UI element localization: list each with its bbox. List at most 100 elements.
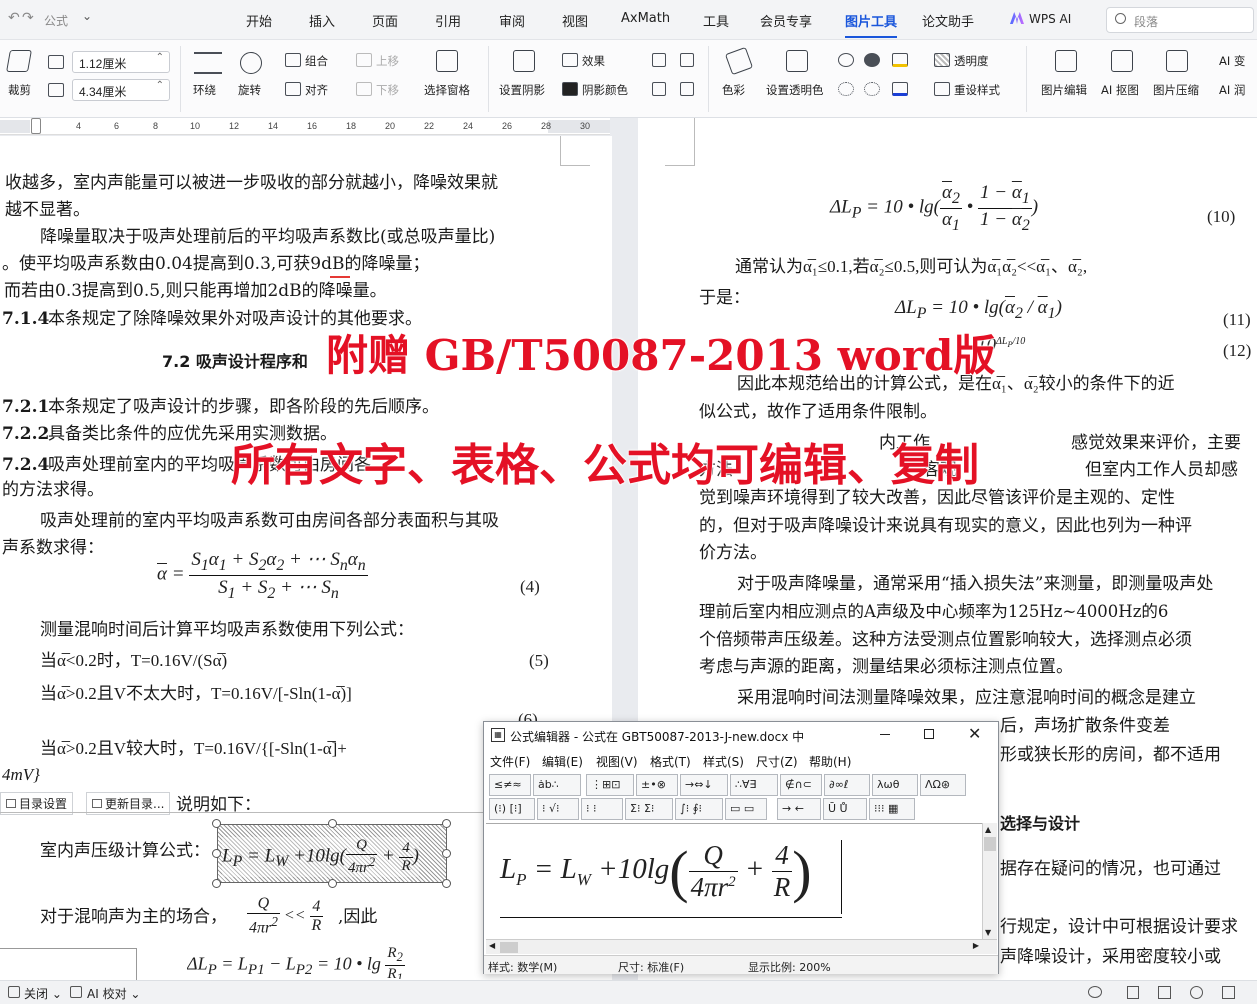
palette-greek-upper[interactable]: ΛΩ⊛ xyxy=(920,774,966,796)
menu-size[interactable]: 尺寸(Z) xyxy=(756,753,798,770)
resize-handle[interactable] xyxy=(212,879,221,888)
palette-fractions[interactable]: ⁝ √⁝ xyxy=(537,798,579,820)
menu-style[interactable]: 样式(S) xyxy=(703,753,744,770)
ai-check-button[interactable]: AI 校对 ⌄ xyxy=(87,985,140,1002)
contrast-icon[interactable] xyxy=(864,53,880,67)
palette-greek-lower[interactable]: λωθ xyxy=(872,774,918,796)
layout-icon[interactable] xyxy=(1158,986,1171,999)
reset-style-button[interactable]: 重设样式 xyxy=(954,82,1000,98)
equation-canvas[interactable]: LP = LW +10lg(Q 4πr2 + 4 R) xyxy=(486,823,982,939)
resize-handle[interactable] xyxy=(328,819,337,828)
palette-misc[interactable]: ∂∞ℓ xyxy=(824,774,870,796)
palette-fences[interactable]: (⁝) [⁝] xyxy=(489,798,535,820)
close-track-button[interactable]: 关闭 ⌄ xyxy=(24,985,62,1002)
transparency-button[interactable]: 透明度 xyxy=(954,53,989,69)
brightness-icon[interactable] xyxy=(838,53,854,67)
vertical-scrollbar[interactable]: ▲ ▼ xyxy=(982,823,997,939)
equation-avg-absorption[interactable]: α = S1α1 + S2α2 + ⋯ Snαn S1 + S2 + ⋯ Sn xyxy=(157,548,368,603)
fill-color-icon[interactable] xyxy=(892,53,908,67)
palette-matrices[interactable]: ⁝⁝⁝ ▦ xyxy=(869,798,915,820)
tab-insert[interactable]: 插入 xyxy=(309,11,335,30)
page-view-icon[interactable] xyxy=(1127,986,1139,999)
selected-equation-object[interactable]: LP = LW +10lg(Q 4πr2 + 4 R) xyxy=(217,824,447,883)
set-transparent-button[interactable]: 设置透明色 xyxy=(766,82,824,98)
selection-pane-button[interactable]: 选择窗格 xyxy=(424,82,470,98)
globe-icon[interactable] xyxy=(1190,986,1203,999)
close-icon[interactable]: ✕ xyxy=(968,724,981,743)
maximize-icon[interactable] xyxy=(924,729,934,739)
undo-icon[interactable]: ↶ xyxy=(8,10,20,26)
palette-operators[interactable]: ±•⊗ xyxy=(636,774,678,796)
resize-handle[interactable] xyxy=(442,849,451,858)
tab-member[interactable]: 会员专享 xyxy=(760,11,812,30)
height-input[interactable]: 4.34厘米 ⌃ xyxy=(72,79,170,101)
wps-ai-button[interactable]: WPS AI xyxy=(1029,12,1071,26)
palette-labeled-arrows[interactable]: → ← xyxy=(777,798,821,820)
tab-page[interactable]: 页面 xyxy=(372,11,398,30)
wrap-button[interactable]: 环绕 xyxy=(193,82,216,98)
tab-reference[interactable]: 引用 xyxy=(435,11,461,30)
shadow-up-icon[interactable] xyxy=(652,53,666,67)
crop-button[interactable]: 裁剪 xyxy=(6,50,32,98)
indent-marker[interactable] xyxy=(31,118,41,134)
palette-arrows[interactable]: →⇔↓ xyxy=(680,774,728,796)
shadow-left-icon[interactable] xyxy=(652,82,666,96)
editor-titlebar[interactable]: ▦ 公式编辑器 - 公式在 GBT50087-2013-J-new.docx 中… xyxy=(484,722,998,749)
style-box[interactable]: 公式 xyxy=(44,12,68,29)
rotate-button[interactable]: 旋转 xyxy=(238,82,261,98)
resize-handle[interactable] xyxy=(212,849,221,858)
resize-handle[interactable] xyxy=(442,879,451,888)
shadow-right-icon[interactable] xyxy=(680,82,694,96)
search-box[interactable]: 段落 xyxy=(1106,7,1254,33)
eye-icon[interactable] xyxy=(1088,986,1102,998)
palette-scripts[interactable]: ⁝ ⁝ xyxy=(581,798,623,820)
color-button[interactable]: 色彩 xyxy=(722,82,745,98)
edit-icon[interactable] xyxy=(1222,986,1235,999)
tab-tools[interactable]: 工具 xyxy=(703,11,729,30)
tab-home[interactable]: 开始 xyxy=(246,11,272,30)
effect-button[interactable]: 效果 xyxy=(582,53,605,69)
width-input[interactable]: 1.12厘米 ⌃ xyxy=(72,51,170,73)
horizontal-ruler[interactable] xyxy=(0,118,610,135)
equation-reverberant[interactable]: Q 4πr2 << 4R xyxy=(247,895,324,937)
ai-polish-button[interactable]: AI 润 xyxy=(1219,82,1245,98)
bring-forward-button[interactable]: 上移 xyxy=(376,53,399,69)
palette-relations[interactable]: ≤≠≈ xyxy=(489,774,531,796)
tab-axmath[interactable]: AxMath xyxy=(621,11,670,26)
tab-view[interactable]: 视图 xyxy=(562,11,588,30)
text-box[interactable] xyxy=(0,948,137,980)
equation-editor-window[interactable]: ▦ 公式编辑器 - 公式在 GBT50087-2013-J-new.docx 中… xyxy=(483,721,999,974)
tab-thesis[interactable]: 论文助手 xyxy=(922,11,974,30)
set-shadow-button[interactable]: 设置阴影 xyxy=(499,82,545,98)
palette-products[interactable]: Ū Ů xyxy=(823,798,867,820)
contrast-down-icon[interactable] xyxy=(864,82,880,96)
palette-logic[interactable]: ∴∀∃ xyxy=(730,774,778,796)
menu-view[interactable]: 视图(V) xyxy=(596,753,638,770)
minimize-icon[interactable] xyxy=(880,734,890,735)
palette-spaces[interactable]: ȧb∴ xyxy=(533,774,581,796)
group-button[interactable]: 组合 xyxy=(305,53,328,69)
search-input[interactable]: 段落 xyxy=(1134,13,1158,30)
ai-matting-button[interactable]: AI 抠图 xyxy=(1101,82,1139,98)
shadow-down-icon[interactable] xyxy=(680,53,694,67)
tab-review[interactable]: 审阅 xyxy=(499,11,525,30)
resize-handle[interactable] xyxy=(212,819,221,828)
palette-bars[interactable]: ▭ ▭ xyxy=(725,798,767,820)
resize-handle[interactable] xyxy=(442,819,451,828)
menu-format[interactable]: 格式(T) xyxy=(650,753,691,770)
menu-file[interactable]: 文件(F) xyxy=(490,753,530,770)
equation-delta-lp[interactable]: ΔLP = LP1 − LP2 = 10 • lg R2 R1 xyxy=(187,945,405,979)
brightness-down-icon[interactable] xyxy=(838,82,854,96)
palette-sets[interactable]: ∉∩⊂ xyxy=(780,774,822,796)
send-backward-button[interactable]: 下移 xyxy=(376,82,399,98)
chevron-down-icon[interactable]: ⌄ xyxy=(82,9,92,23)
picture-compress-button[interactable]: 图片压缩 xyxy=(1153,82,1199,98)
palette-sums[interactable]: Σ⁝ Σ⁝ xyxy=(625,798,673,820)
redo-icon[interactable]: ↷ xyxy=(22,10,34,26)
equation-10[interactable]: ΔLP = 10 • lg(α2 α1 • 1 − α1 1 − α2) xyxy=(830,182,1038,235)
menu-edit[interactable]: 编辑(E) xyxy=(542,753,583,770)
picture-edit-button[interactable]: 图片编辑 xyxy=(1041,82,1087,98)
tab-picture-tools[interactable]: 图片工具 xyxy=(845,11,898,38)
ai-transform-button[interactable]: AI 变 xyxy=(1219,53,1245,69)
palette-integrals[interactable]: ∫⁝ ∮⁝ xyxy=(675,798,723,820)
